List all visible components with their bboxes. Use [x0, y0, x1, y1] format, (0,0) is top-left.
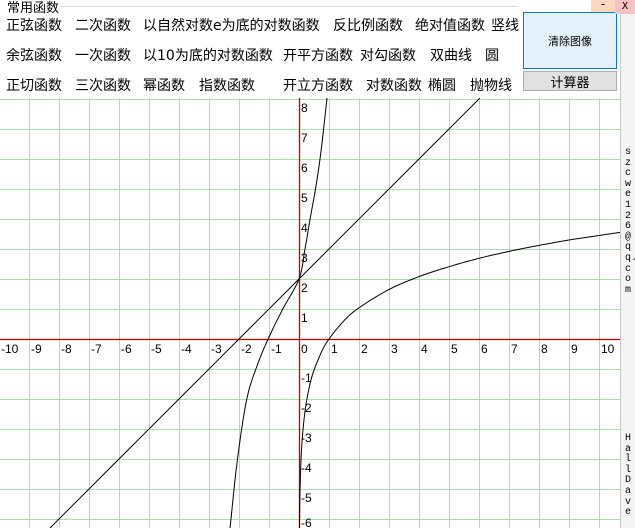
function-item[interactable]: 指数函数	[199, 78, 255, 94]
x-tick-label: -7	[91, 342, 102, 356]
function-item[interactable]: 幂函数	[143, 78, 185, 94]
x-tick-label: 0	[301, 342, 308, 356]
x-tick-label: -3	[211, 342, 222, 356]
y-tick-label: 5	[301, 191, 308, 205]
x-tick-label: -1	[271, 342, 282, 356]
function-item[interactable]: 一次函数	[75, 48, 131, 64]
function-item[interactable]: 对勾函数	[360, 48, 416, 64]
function-item[interactable]: 绝对值函数	[415, 18, 485, 34]
author-name: HallDave	[625, 433, 632, 519]
y-tick-label: 1	[301, 311, 308, 325]
function-item[interactable]: 以10为底的对数函数	[143, 48, 273, 64]
function-item[interactable]: 三次函数	[75, 78, 131, 94]
calculator-button[interactable]: 计算器	[523, 71, 617, 91]
author-email: szcwe126@qq.com	[625, 147, 635, 296]
x-tick-label: -5	[151, 342, 162, 356]
y-tick-label: -6	[301, 516, 312, 528]
y-tick-label: 8	[301, 101, 308, 115]
function-item[interactable]: 以自然对数e为底的对数函数	[143, 18, 320, 34]
function-item[interactable]: 双曲线	[430, 48, 472, 64]
close-button[interactable]: X	[615, 0, 635, 14]
x-tick-label: -9	[31, 342, 42, 356]
y-tick-label: 6	[301, 161, 308, 175]
x-tick-label: -8	[61, 342, 72, 356]
side-panel: szcwe126@qq.com HallDave	[620, 14, 635, 528]
function-item[interactable]: 二次函数	[75, 18, 131, 34]
function-item[interactable]: 抛物线	[470, 78, 512, 94]
function-item[interactable]: 正切函数	[6, 78, 62, 94]
function-item[interactable]: 椭圆	[428, 78, 456, 94]
x-tick-label: 1	[331, 342, 338, 356]
y-tick-label: 7	[301, 131, 308, 145]
group-box-border	[58, 6, 518, 7]
group-title: 常用函数	[6, 0, 61, 16]
function-item[interactable]: 正弦函数	[6, 18, 62, 34]
x-tick-label: 7	[511, 342, 518, 356]
x-tick-label: 6	[481, 342, 488, 356]
x-tick-label: 4	[421, 342, 428, 356]
function-item[interactable]: 开平方函数	[283, 48, 353, 64]
function-item[interactable]: 余弦函数	[6, 48, 62, 64]
x-tick-label: 5	[451, 342, 458, 356]
minimize-button[interactable]: -	[591, 0, 615, 12]
x-tick-label: -2	[241, 342, 252, 356]
x-tick-label: 3	[391, 342, 398, 356]
function-item[interactable]: 开立方函数	[283, 78, 353, 94]
y-tick-label: -5	[301, 491, 312, 505]
x-tick-label: 2	[361, 342, 368, 356]
clear-image-button[interactable]: 清除图像	[523, 12, 617, 69]
x-tick-label: 8	[541, 342, 548, 356]
x-tick-label: 10	[601, 342, 615, 356]
function-item[interactable]: 竖线	[491, 18, 519, 34]
x-tick-label: -4	[181, 342, 192, 356]
curve-linear	[49, 98, 481, 528]
x-tick-label: 9	[571, 342, 578, 356]
function-item[interactable]: 反比例函数	[333, 18, 403, 34]
graph-canvas[interactable]: -10 -9 -8 -7 -6 -5 -4 -3 -2 -1 0 1 2 3 4 5 6 7 8 9 108765432…	[0, 98, 620, 528]
x-tick-label: -6	[121, 342, 132, 356]
x-tick-label: -10	[1, 342, 19, 356]
curve-log	[299, 231, 620, 528]
y-tick-label: -4	[301, 461, 312, 475]
function-item[interactable]: 圆	[485, 48, 499, 64]
function-item[interactable]: 对数函数	[366, 78, 422, 94]
y-tick-label: 4	[301, 221, 308, 235]
curve-steep	[229, 98, 328, 528]
y-tick-label: 2	[301, 281, 308, 295]
